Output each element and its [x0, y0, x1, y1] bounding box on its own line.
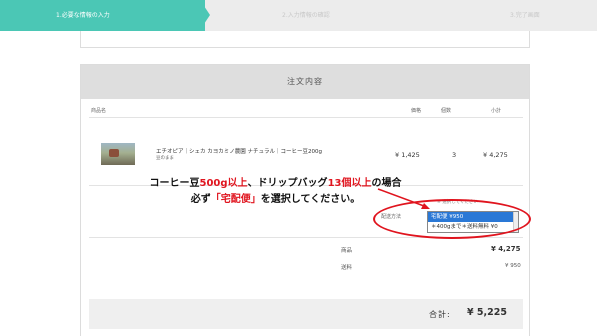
callout-arrow-icon	[377, 188, 430, 209]
highlight-ellipse	[373, 199, 531, 239]
